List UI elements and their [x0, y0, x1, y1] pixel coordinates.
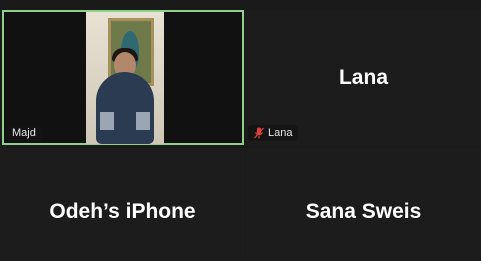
participant-display-name: Sana Sweis: [305, 200, 422, 223]
mic-muted-icon: [254, 127, 264, 139]
participant-name: Lana: [268, 127, 293, 139]
participant-name-tag: Lana: [248, 125, 299, 141]
participant-name-tag: Majd: [6, 125, 42, 141]
gallery-view: Majd Lana Lana Odeh’s iPhone Sana Sweis: [0, 0, 481, 261]
video-letterbox-left: [6, 12, 86, 143]
participant-display-name: Odeh’s iPhone: [49, 200, 196, 223]
video-letterbox-right: [164, 12, 242, 143]
participant-tile-sana[interactable]: Sana Sweis: [246, 148, 481, 261]
participant-tile-majd[interactable]: Majd: [2, 10, 244, 145]
participant-display-name: Lana: [338, 66, 388, 89]
participant-video: [86, 12, 164, 144]
participant-tile-odeh[interactable]: Odeh’s iPhone: [0, 148, 245, 261]
participant-tile-lana[interactable]: Lana Lana: [246, 10, 481, 145]
